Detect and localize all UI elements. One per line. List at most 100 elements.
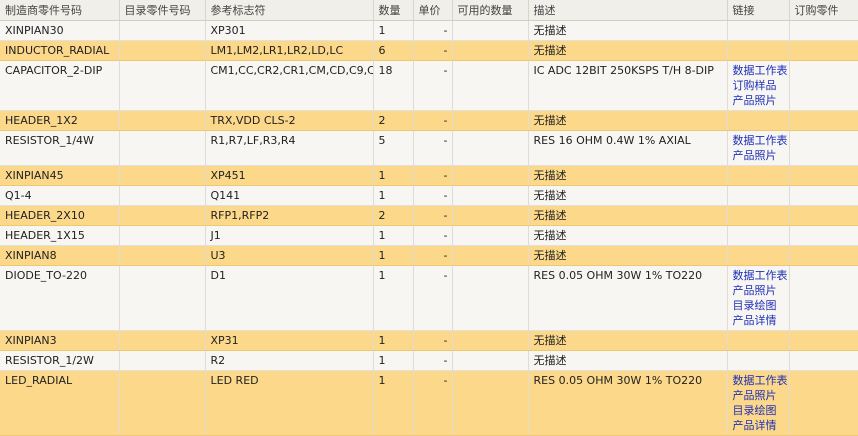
bom-table: 制造商零件号码 目录零件号码 参考标志符 数量 单价 可用的数量 描述 链接 订… [0,0,858,436]
cell-order[interactable] [789,265,858,331]
col-header-links[interactable]: 链接 [727,0,790,21]
part-link[interactable]: 产品照片 [733,283,789,298]
cell-order[interactable] [789,130,858,166]
col-header-mfr-part[interactable]: 制造商零件号码 [0,0,120,21]
cell-mfr-part: Q1-4 [0,185,120,206]
table-row[interactable]: XINPIAN3 XP31 1- 无描述 [0,330,858,351]
cell-unit-price: - [413,370,453,436]
cell-order[interactable] [789,40,858,61]
cell-order[interactable] [789,185,858,206]
col-header-description[interactable]: 描述 [528,0,728,21]
cell-catalog-part [119,225,206,246]
cell-available [452,40,529,61]
table-row[interactable]: HEADER_1X15 J1 1- 无描述 [0,225,858,246]
table-row[interactable]: XINPIAN8 U3 1- 无描述 [0,245,858,266]
col-header-unit-price[interactable]: 单价 [413,0,453,21]
cell-mfr-part: CAPACITOR_2-DIP [0,60,120,111]
cell-links [727,110,790,131]
part-link[interactable]: 数据工作表 [733,133,789,148]
table-body: XINPIAN30 XP301 1- 无描述 INDUCTOR_RADIAL LM1,LM… [0,20,858,436]
table-row[interactable]: INDUCTOR_RADIAL LM1,LM2,LR1,LR2,LD,LC 6- 无描… [0,40,858,61]
part-link[interactable]: 产品详情 [733,313,789,328]
cell-unit-price: - [413,165,453,186]
cell-unit-price: - [413,265,453,331]
cell-description: 无描述 [528,40,728,61]
table-row[interactable]: CAPACITOR_2-DIP CM1,CC,CR2,CR1,CM,CD,C9,C… [0,60,858,111]
cell-mfr-part: XINPIAN8 [0,245,120,266]
col-header-reference[interactable]: 参考标志符 [205,0,374,21]
part-link[interactable]: 数据工作表 [733,268,789,283]
col-header-catalog-part[interactable]: 目录零件号码 [119,0,206,21]
cell-links [727,245,790,266]
cell-links: 数据工作表 产品照片 目录绘图 产品详情 [727,265,790,331]
cell-links [727,185,790,206]
cell-order[interactable] [789,350,858,371]
part-link[interactable]: 目录绘图 [733,403,789,418]
table-row[interactable]: XINPIAN30 XP301 1- 无描述 [0,20,858,41]
cell-unit-price: - [413,130,453,166]
cell-links [727,225,790,246]
part-link[interactable]: 目录绘图 [733,298,789,313]
part-link[interactable]: 产品照片 [733,93,789,108]
cell-description: 无描述 [528,225,728,246]
cell-order[interactable] [789,205,858,226]
col-header-quantity[interactable]: 数量 [373,0,414,21]
table-row[interactable]: DIODE_TO-220 D1 1- RES 0.05 OHM 30W 1% TO22… [0,265,858,331]
cell-order[interactable] [789,330,858,351]
cell-order[interactable] [789,245,858,266]
cell-links: 数据工作表 订购样品 产品照片 [727,60,790,111]
cell-quantity: 5 [373,130,414,166]
col-header-order[interactable]: 订购零件 [789,0,858,21]
cell-reference: TRX,VDD CLS-2 [205,110,374,131]
table-row[interactable]: RESISTOR_1/4W R1,R7,LF,R3,R4 5- RES 16 OHM … [0,130,858,166]
part-link[interactable]: 数据工作表 [733,373,789,388]
cell-unit-price: - [413,225,453,246]
table-row[interactable]: RESISTOR_1/2W R2 1- 无描述 [0,350,858,371]
cell-available [452,185,529,206]
cell-unit-price: - [413,330,453,351]
cell-unit-price: - [413,40,453,61]
cell-unit-price: - [413,350,453,371]
cell-available [452,245,529,266]
cell-order[interactable] [789,225,858,246]
part-link[interactable]: 产品详情 [733,418,789,433]
cell-catalog-part [119,60,206,111]
table-row[interactable]: HEADER_1X2 TRX,VDD CLS-2 2- 无描述 [0,110,858,131]
cell-catalog-part [119,350,206,371]
cell-available [452,330,529,351]
cell-description: RES 0.05 OHM 30W 1% TO220 [528,370,728,436]
cell-order[interactable] [789,165,858,186]
cell-catalog-part [119,20,206,41]
part-link[interactable]: 数据工作表 [733,63,789,78]
cell-description: 无描述 [528,110,728,131]
part-link[interactable]: 产品照片 [733,388,789,403]
cell-available [452,225,529,246]
cell-order[interactable] [789,110,858,131]
table-row[interactable]: Q1-4 Q141 1- 无描述 [0,185,858,206]
cell-order[interactable] [789,60,858,111]
cell-unit-price: - [413,20,453,41]
cell-quantity: 1 [373,370,414,436]
part-link[interactable]: 产品照片 [733,148,789,163]
cell-reference: U3 [205,245,374,266]
table-row[interactable]: LED_RADIAL LED RED 1- RES 0.05 OHM 30W 1% T… [0,370,858,436]
cell-links [727,165,790,186]
cell-description: 无描述 [528,245,728,266]
part-link[interactable]: 订购样品 [733,78,789,93]
cell-mfr-part: HEADER_1X15 [0,225,120,246]
cell-catalog-part [119,205,206,226]
table-row[interactable]: HEADER_2X10 RFP1,RFP2 2- 无描述 [0,205,858,226]
cell-description: RES 0.05 OHM 30W 1% TO220 [528,265,728,331]
table-row[interactable]: XINPIAN45 XP451 1- 无描述 [0,165,858,186]
cell-catalog-part [119,40,206,61]
cell-order[interactable] [789,370,858,436]
cell-unit-price: - [413,205,453,226]
cell-order[interactable] [789,20,858,41]
cell-available [452,370,529,436]
cell-links: 数据工作表 产品照片 目录绘图 产品详情 [727,370,790,436]
col-header-available[interactable]: 可用的数量 [452,0,529,21]
cell-available [452,350,529,371]
cell-description: 无描述 [528,185,728,206]
cell-unit-price: - [413,245,453,266]
cell-description: RES 16 OHM 0.4W 1% AXIAL [528,130,728,166]
